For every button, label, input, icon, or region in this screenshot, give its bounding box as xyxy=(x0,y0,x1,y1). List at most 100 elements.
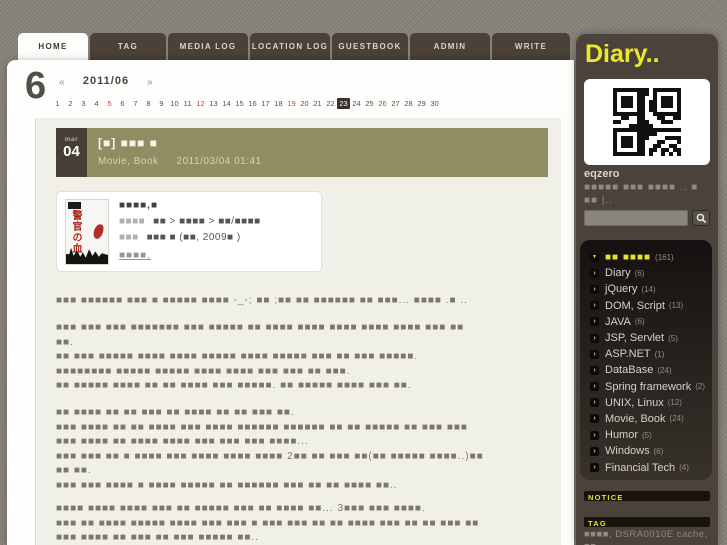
calendar-day-1: 1 xyxy=(55,99,60,108)
calendar-prev-button[interactable]: « xyxy=(59,77,65,88)
calendar-day-21: 21 xyxy=(313,99,322,108)
post-text-line: ■■■ ■■■■■■ ■■■ ■ ■■■■■ ■■■■ -_-; ■■ ;■■ … xyxy=(56,295,468,306)
tag-section-header: TAG xyxy=(584,517,710,528)
post-text-line: ■■■ ■■■ ■■ ■ ■■■■ ■■■ ■■■■ ■■■■ ■■■■ 2■■… xyxy=(56,450,484,462)
qr-code-icon xyxy=(613,88,681,156)
calendar-next-button[interactable]: » xyxy=(147,77,153,88)
tab-location-log[interactable]: LOCATION LOG xyxy=(250,33,330,60)
category-item-java[interactable]: › JAVA (6) xyxy=(590,314,712,330)
calendar-days: 1 2 3 4 5 6 7 8 9 10 11 12 13 14 15 16 17 18 19 20 21 22 23 24 2… xyxy=(51,93,471,111)
tab-home[interactable]: HOME xyxy=(18,33,88,60)
category-all[interactable]: ▼ ■■ ■■■■ (161) xyxy=(590,249,712,265)
profile-description-line: ■■ |.. xyxy=(584,195,614,206)
post-content-area: mar 04 [■] ■■■ ■ Movie, Book 2011/03/04 0… xyxy=(35,118,561,545)
category-label: DataBase xyxy=(605,364,654,377)
book-more-link[interactable]: ■■■■, xyxy=(119,250,151,261)
category-bullet-icon: ▼ xyxy=(590,252,599,262)
post-text-line: ■■ ■■■■ ■■ ■■ ■■■ ■■ ■■■■ ■■ ■■ ■■■ ■■. xyxy=(56,407,295,418)
tab-admin[interactable]: ADMIN xyxy=(410,33,490,60)
calendar-day-16: 16 xyxy=(248,99,257,108)
calendar-day-23[interactable]: 23 xyxy=(337,98,350,109)
post-text-line: ■■■ ■■■ ■■■ ■■■■■■■ ■■■ ■■■■■ ■■ ■■■■ ■■… xyxy=(56,322,465,333)
category-item-jsp-servlet[interactable]: › JSP, Servlet (5) xyxy=(590,330,712,346)
category-count: (24) xyxy=(669,414,684,424)
category-bullet-icon: › xyxy=(590,349,599,359)
qr-card xyxy=(584,79,710,165)
post-category-link[interactable]: Movie, Book xyxy=(98,156,159,167)
category-bullet-icon: › xyxy=(590,317,599,327)
post-paragraph: ■■■ ■■■ ■■■ ■■■■■■■ ■■■ ■■■■■ ■■ ■■■■ ■■… xyxy=(56,321,556,394)
tab-media-log[interactable]: MEDIA LOG xyxy=(168,33,248,60)
calendar-day-14: 14 xyxy=(222,99,231,108)
calendar-month-digit: 6 xyxy=(25,65,47,107)
calendar-day-24: 24 xyxy=(352,99,361,108)
notice-label: NOTICE xyxy=(588,493,624,502)
book-meta-row: ■■■ ■■■ ■ (■■, 2009■ ) xyxy=(119,232,241,243)
calendar-day-30: 30 xyxy=(430,99,439,108)
category-item-movie-book[interactable]: › Movie, Book (24) xyxy=(590,411,712,427)
blog-page: HOME TAG MEDIA LOG LOCATION LOG GUESTBOOK ADM… xyxy=(0,0,727,545)
category-item-spring-framework[interactable]: › Spring framework (2) xyxy=(590,379,712,395)
tag-line[interactable]: ■■■■, DSRA0010E cache, ■■ xyxy=(584,529,712,545)
top-tab-bar: HOME TAG MEDIA LOG LOCATION LOG GUESTBOOK ADM… xyxy=(18,33,570,60)
calendar-day-5: 5 xyxy=(107,99,112,108)
tab-tag[interactable]: TAG xyxy=(90,33,166,60)
calendar-day-26: 26 xyxy=(378,99,387,108)
category-item-humor[interactable]: › Humor (5) xyxy=(590,427,712,443)
category-label: Movie, Book xyxy=(605,412,666,425)
category-item-financial-tech[interactable]: › Financial Tech (4) xyxy=(590,459,712,475)
post-text-line: ■■■■■■■■ ■■■■■ ■■■■■ ■■■■ ■■■■ ■■■ ■■■ ■… xyxy=(56,365,351,377)
blog-title-link[interactable]: Diary.. xyxy=(585,40,660,69)
post-timestamp: 2011/03/04 01:41 xyxy=(176,156,262,167)
category-bullet-icon: › xyxy=(590,398,599,408)
book-info-card: 警官の血 ■■■■,■ ■■■■ ■■ > ■■■■ > ■■/■■■■ ■■■ ■■… xyxy=(56,191,322,272)
calendar-day-20: 20 xyxy=(300,99,309,108)
calendar-day-19: 19 xyxy=(287,99,296,108)
profile-name: eqzero xyxy=(584,168,620,180)
category-label: UNIX, Linux xyxy=(605,396,664,409)
post-meta: Movie, Book 2011/03/04 01:41 xyxy=(98,156,262,167)
calendar-day-28: 28 xyxy=(404,99,413,108)
category-item-windows[interactable]: › Windows (6) xyxy=(590,443,712,459)
post-text-line: ■■ ■■■ ■■■■■ ■■■■ ■■■■ ■■■■■ ■■■■ ■■■■■ … xyxy=(56,351,419,362)
category-label: Windows xyxy=(605,445,650,458)
search-input[interactable] xyxy=(584,210,688,226)
category-bullet-icon: › xyxy=(590,333,599,343)
calendar-day-27: 27 xyxy=(391,99,400,108)
category-item-dom-script[interactable]: › DOM, Script (13) xyxy=(590,298,712,314)
tab-write[interactable]: WRITE xyxy=(492,33,570,60)
tag-cloud[interactable]: ■■■■, DSRA0010E cache, ■■■■, ■■■/■■■■, ■… xyxy=(584,529,712,545)
book-cover-art xyxy=(92,223,105,240)
calendar-day-10: 10 xyxy=(170,99,179,108)
category-label: JSP, Servlet xyxy=(605,332,665,345)
category-item-jquery[interactable]: › jQuery (14) xyxy=(590,281,712,297)
tab-guestbook[interactable]: GUESTBOOK xyxy=(332,33,408,60)
category-item-diary[interactable]: › Diary (6) xyxy=(590,265,712,281)
calendar-day-22: 22 xyxy=(326,99,335,108)
category-bullet-icon: › xyxy=(590,365,599,375)
search-button[interactable] xyxy=(692,210,710,226)
category-count: (2) xyxy=(695,382,705,392)
category-count: (13) xyxy=(668,301,684,311)
category-bullet-icon: › xyxy=(590,446,599,456)
calendar-day-2: 2 xyxy=(68,99,73,108)
category-item-database[interactable]: › DataBase (24) xyxy=(590,362,712,378)
calendar-title: 2011/06 xyxy=(82,75,130,87)
post-title-link[interactable]: [■] ■■■ ■ xyxy=(98,136,158,150)
magnifier-icon xyxy=(696,213,706,223)
category-bullet-icon: › xyxy=(590,463,599,473)
calendar-day-29: 29 xyxy=(417,99,426,108)
book-meta-row: ■■■■ ■■ > ■■■■ > ■■/■■■■ xyxy=(119,216,261,227)
category-count: (24) xyxy=(657,365,672,375)
category-count: (4) xyxy=(679,463,689,473)
category-list: ▼ ■■ ■■■■ (161) › Diary (6) › jQuery (14) › DOM, S… xyxy=(580,240,712,480)
category-item-asp-net[interactable]: › ASP.NET (1) xyxy=(590,346,712,362)
post-text-line: ■■■ ■■■■ ■■ ■■■■ ■■■■ ■■■ ■■■ ■■■ ■■■■..… xyxy=(56,436,309,447)
calendar-day-15: 15 xyxy=(235,99,244,108)
category-label: Financial Tech xyxy=(605,461,676,474)
category-item-unix-linux[interactable]: › UNIX, Linux (12) xyxy=(590,395,712,411)
post-text-line: ■■ ■■■■■ ■■■■ ■■ ■■ ■■■■ ■■■ ■■■■■. ■■ ■… xyxy=(56,380,412,391)
category-count: (161) xyxy=(655,252,674,262)
category-bullet-icon: › xyxy=(590,414,599,424)
post-date-box: mar 04 xyxy=(56,128,87,177)
